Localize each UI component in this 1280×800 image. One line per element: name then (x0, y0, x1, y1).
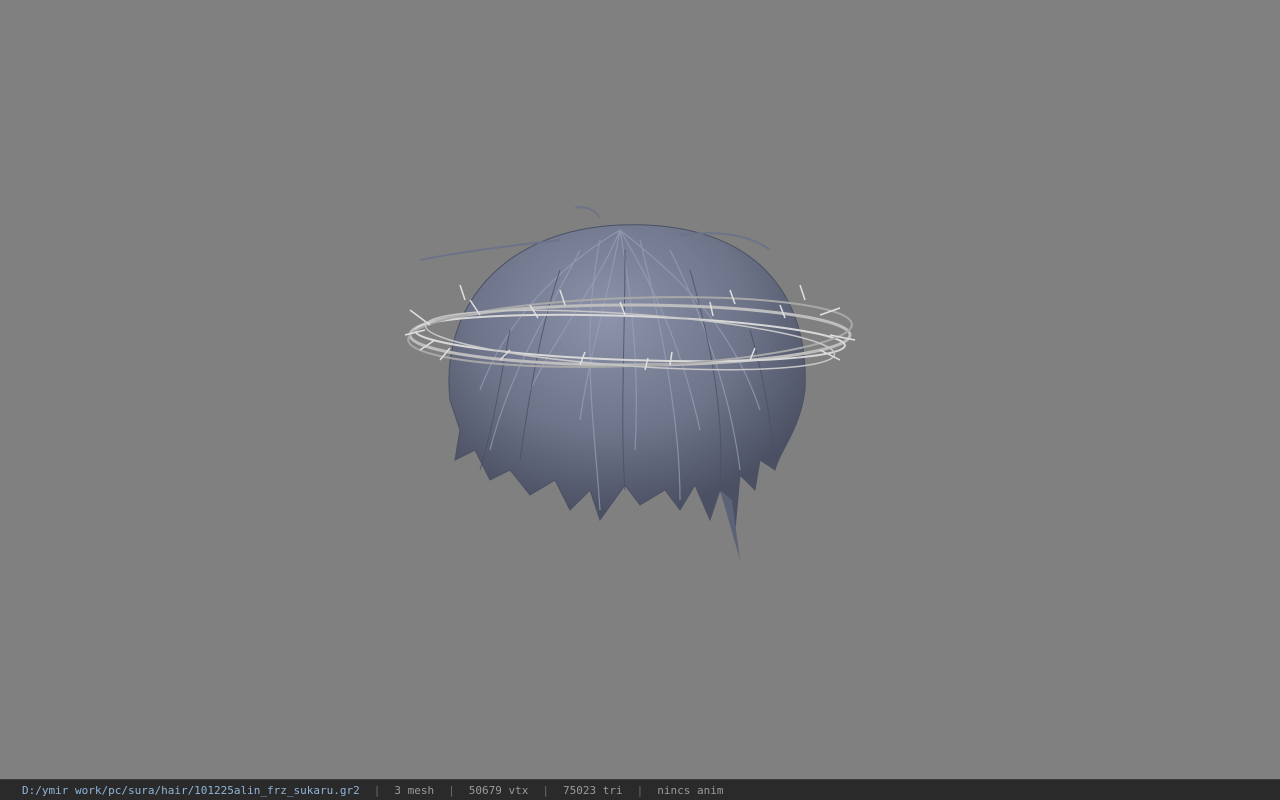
vertex-count: 50679 vtx (468, 783, 529, 797)
separator: | (373, 783, 381, 797)
mesh-count: 3 mesh (394, 783, 435, 797)
triangle-count: 75023 tri (563, 783, 623, 797)
separator: | (636, 783, 644, 797)
separator: | (448, 783, 455, 797)
separator: | (542, 783, 549, 797)
status-bar: D:/ymir work/pc/sura/hair/101225alin_frz… (0, 779, 1280, 800)
3d-viewport[interactable] (0, 0, 1280, 779)
hair-mesh (419, 206, 806, 560)
file-path: D:/ymir work/pc/sura/hair/101225alin_frz… (22, 783, 360, 797)
hair-model[interactable] (380, 190, 880, 590)
anim-status: nincs anim (657, 783, 724, 797)
